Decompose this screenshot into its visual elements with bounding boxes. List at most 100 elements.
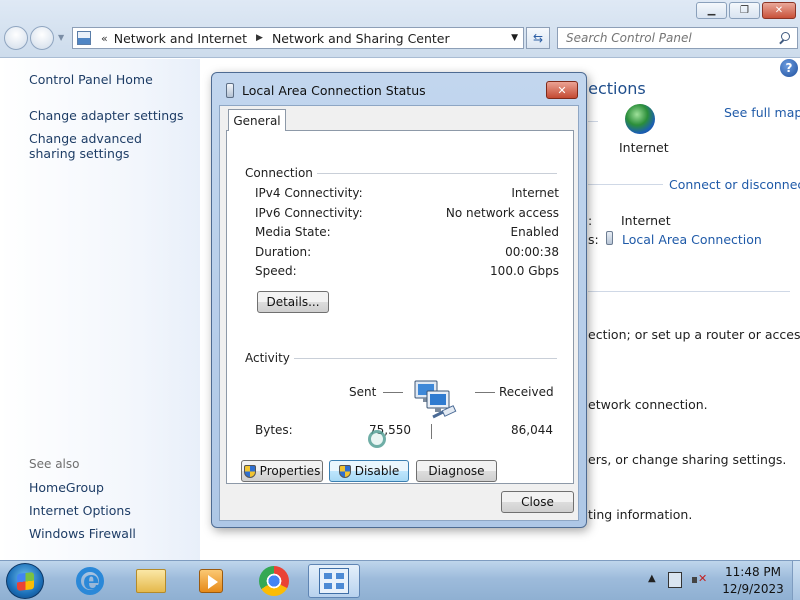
section-divider: [588, 291, 790, 292]
refresh-button[interactable]: ⇆: [526, 27, 550, 49]
properties-button[interactable]: Properties: [241, 460, 323, 482]
start-button[interactable]: [6, 563, 44, 599]
windows-firewall-link[interactable]: Windows Firewall: [29, 526, 189, 541]
disable-button-label: Disable: [354, 464, 400, 478]
general-tab-panel: Connection IPv4 Connectivity: Internet I…: [226, 130, 574, 484]
troubleshoot-description: ting information.: [588, 507, 693, 522]
window-caption-buttons: ▁ ❐ ✕: [696, 2, 796, 19]
search-input[interactable]: [566, 31, 766, 45]
details-button[interactable]: Details...: [257, 291, 329, 313]
chrome-icon: [259, 566, 289, 596]
ipv4-connectivity-value: Internet: [511, 186, 559, 200]
internet-options-link[interactable]: Internet Options: [29, 503, 189, 518]
tab-general[interactable]: General: [228, 109, 286, 131]
map-connector-line: [588, 121, 598, 122]
uac-shield-icon: [243, 464, 256, 478]
connect-or-disconnect-link[interactable]: Connect or disconnect: [669, 177, 800, 192]
received-line: [475, 392, 495, 393]
internet-explorer-icon: [76, 566, 104, 596]
properties-button-label: Properties: [259, 464, 321, 478]
setup-connection-description: ection; or set up a router or access: [588, 327, 800, 342]
network-adapter-icon: [606, 231, 613, 245]
control-panel-home-link[interactable]: Control Panel Home: [29, 72, 189, 87]
clock-time[interactable]: 11:48 PM: [718, 565, 788, 579]
maximize-button[interactable]: ❐: [729, 2, 760, 19]
connect-network-description: etwork connection.: [588, 397, 708, 412]
group-divider: [309, 173, 557, 174]
section-divider: [588, 184, 663, 185]
close-button[interactable]: Close: [501, 491, 574, 513]
speed-label: Speed:: [255, 264, 297, 278]
media-state-label: Media State:: [255, 225, 331, 239]
address-bar[interactable]: « Network and Internet ▶ Network and Sha…: [72, 27, 524, 49]
breadcrumb-network-and-internet[interactable]: Network and Internet: [114, 31, 247, 46]
bytes-label: Bytes:: [255, 423, 293, 437]
main-heading-fragment: nections: [578, 79, 646, 98]
explorer-toolbar: ▁ ❐ ✕ ▼ « Network and Internet ▶ Network…: [0, 0, 800, 58]
media-state-value: Enabled: [510, 225, 560, 239]
address-overflow-chevron[interactable]: «: [101, 32, 108, 45]
dialog-close-button[interactable]: ✕: [546, 81, 578, 99]
control-panel-taskbar-button[interactable]: [308, 564, 360, 598]
sent-label: Sent: [349, 385, 377, 399]
control-panel-icon: [77, 31, 91, 45]
address-dropdown-icon[interactable]: ▼: [511, 33, 518, 43]
access-type-colon: :: [588, 213, 593, 228]
recent-pages-dropdown[interactable]: ▼: [58, 33, 64, 42]
network-activity-computers-icon: [414, 380, 457, 419]
folder-icon: [136, 569, 166, 593]
homegroup-link[interactable]: HomeGroup: [29, 480, 189, 495]
ipv6-connectivity-label: IPv6 Connectivity:: [255, 206, 363, 220]
ipv6-connectivity-value: No network access: [445, 206, 559, 220]
volume-muted-tray-icon[interactable]: [692, 572, 707, 588]
breadcrumb-network-and-sharing-center[interactable]: Network and Sharing Center: [272, 31, 450, 46]
search-icon[interactable]: [779, 32, 791, 44]
see-full-map-link[interactable]: See full map: [724, 105, 800, 120]
see-also-label: See also: [29, 457, 80, 471]
activity-group-label: Activity: [245, 351, 294, 365]
forward-button[interactable]: [30, 26, 54, 50]
bytes-received-value: 86,044: [511, 423, 553, 437]
change-adapter-settings-link[interactable]: Change adapter settings: [29, 108, 189, 123]
minimize-button[interactable]: ▁: [696, 2, 727, 19]
breadcrumb-separator-icon[interactable]: ▶: [256, 33, 263, 43]
sent-line: [383, 392, 403, 393]
search-box[interactable]: [557, 27, 798, 49]
chrome-taskbar-button[interactable]: [248, 564, 300, 598]
dialog-body: General Connection IPv4 Connectivity: In…: [219, 105, 579, 521]
connection-group-label: Connection: [245, 166, 317, 180]
internet-explorer-taskbar-button[interactable]: [64, 564, 116, 598]
internet-node-label: Internet: [619, 140, 669, 155]
network-adapter-icon: [226, 83, 234, 98]
access-type-value: Internet: [621, 213, 671, 228]
help-icon[interactable]: ?: [780, 59, 798, 77]
show-desktop-button[interactable]: [792, 561, 800, 600]
media-player-taskbar-button[interactable]: [185, 564, 237, 598]
windows-logo-icon: [17, 572, 34, 591]
diagnose-button[interactable]: Diagnose: [416, 460, 497, 482]
received-label: Received: [499, 385, 554, 399]
connections-colon: s:: [588, 232, 599, 247]
back-button[interactable]: [4, 26, 28, 50]
change-advanced-sharing-settings-link[interactable]: Change advanced sharing settings: [29, 131, 179, 161]
internet-globe-icon: [625, 104, 655, 134]
speed-value: 100.0 Gbps: [490, 264, 559, 278]
clock-date[interactable]: 12/9/2023: [718, 582, 788, 596]
control-panel-icon: [319, 568, 349, 594]
uac-shield-icon: [338, 464, 351, 478]
window-close-button[interactable]: ✕: [762, 2, 796, 19]
dialog-title: Local Area Connection Status: [242, 83, 426, 98]
duration-label: Duration:: [255, 245, 312, 259]
left-navigation-pane: Control Panel Home Change adapter settin…: [0, 59, 200, 560]
busy-cursor-icon: [368, 430, 386, 448]
bytes-separator: [431, 424, 432, 439]
ipv4-connectivity-label: IPv4 Connectivity:: [255, 186, 363, 200]
homegroup-sharing-description: ers, or change sharing settings.: [588, 452, 787, 467]
file-explorer-taskbar-button[interactable]: [125, 564, 177, 598]
disable-button[interactable]: Disable: [329, 460, 409, 482]
show-hidden-icons-button[interactable]: ▲: [648, 573, 656, 584]
network-tray-icon[interactable]: [668, 572, 682, 588]
local-area-connection-status-dialog: Local Area Connection Status ✕ General C…: [211, 72, 587, 528]
group-divider: [291, 358, 557, 359]
local-area-connection-link[interactable]: Local Area Connection: [622, 232, 762, 247]
